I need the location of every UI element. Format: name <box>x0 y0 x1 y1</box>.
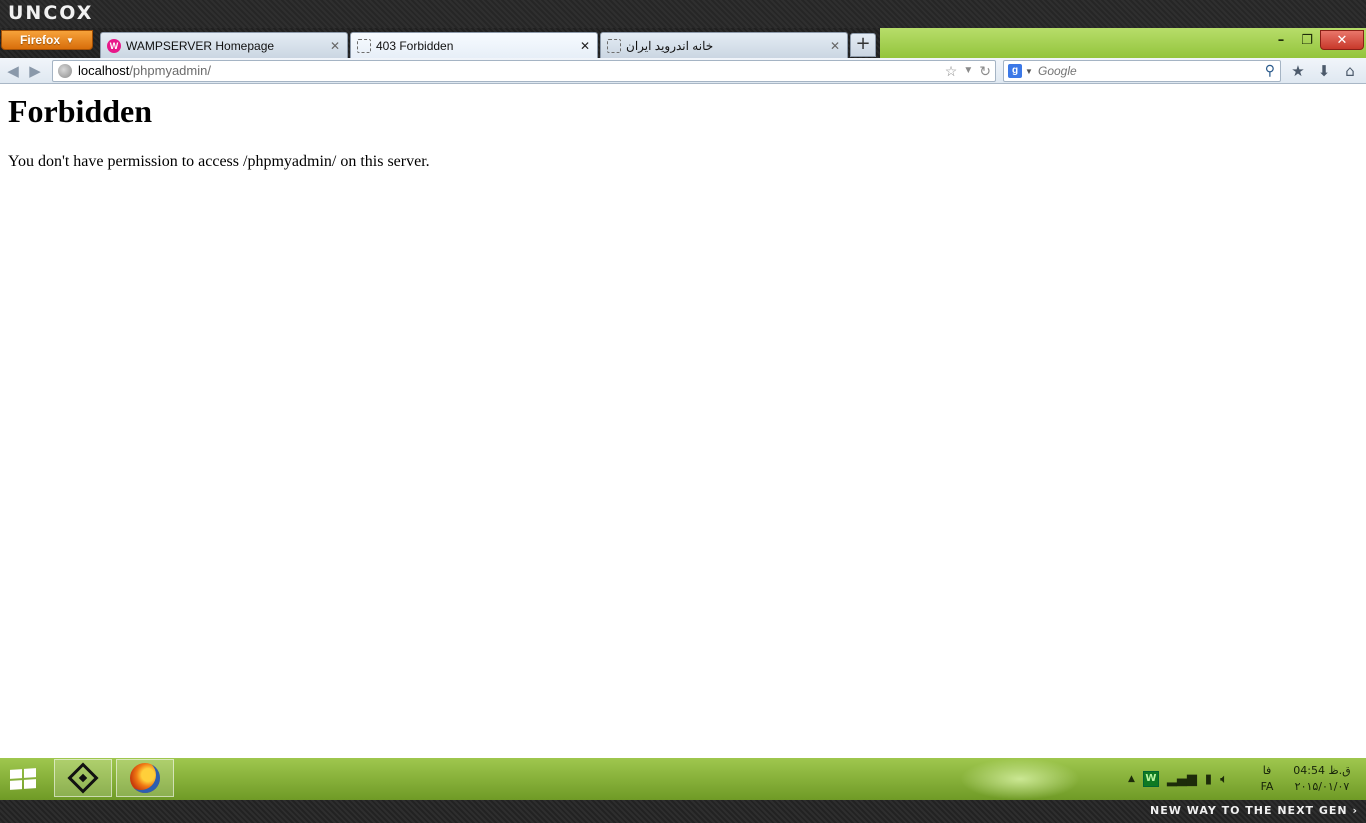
start-button[interactable] <box>6 765 40 793</box>
firefox-menu-button[interactable]: Firefox ▼ <box>1 30 93 50</box>
history-dropdown-icon[interactable]: ▼ <box>963 61 973 81</box>
tab-title: خانه اندروید ایران <box>626 38 714 53</box>
chevron-down-icon[interactable]: ▼ <box>1025 62 1033 82</box>
language-native: فا <box>1262 764 1272 777</box>
windows-logo-icon <box>10 768 36 790</box>
url-host: localhost <box>78 63 130 78</box>
tab-title: 403 Forbidden <box>376 39 454 53</box>
tab-android-iran[interactable]: خانه اندروید ایران ✕ <box>600 32 848 58</box>
error-message: You don't have permission to access /php… <box>8 153 430 170</box>
brand-tagline: NEW WAY TO THE NEXT GEN › <box>1150 804 1358 817</box>
url-text: localhost/phpmyadmin/ <box>78 61 211 81</box>
volume-icon[interactable]: 🔈︎ <box>1220 772 1228 787</box>
search-input[interactable] <box>1038 62 1258 80</box>
brand-logo: UNCOX <box>8 2 94 24</box>
forward-arrow-icon[interactable]: ▶ <box>25 61 45 81</box>
restore-button[interactable]: ❐ <box>1294 30 1320 50</box>
firefox-icon <box>130 763 160 793</box>
download-icon[interactable]: ⬇ <box>1314 61 1334 81</box>
brand-strip: UNCOX <box>0 0 1366 28</box>
clock-time: 04:54 ق.ظ <box>1293 764 1351 777</box>
bookmarks-menu-icon[interactable]: ★ <box>1288 61 1308 81</box>
window-controls: – ❐ ✕ <box>1268 30 1364 50</box>
close-tab-icon[interactable]: ✕ <box>577 39 593 53</box>
language-code: FA <box>1260 780 1274 793</box>
search-bar: g ▼ ⚲ <box>1003 60 1281 82</box>
taskbar: ▲ W ▂▄▆ ▮ 🔈︎ فا FA 04:54 ق.ظ ۲۰۱۵/۰۱/۰۷ <box>0 758 1366 800</box>
minimize-button[interactable]: – <box>1268 30 1294 50</box>
reload-icon[interactable]: ↻ <box>979 61 991 81</box>
blank-page-icon <box>357 39 371 53</box>
taskbar-app-uncox[interactable] <box>54 759 112 797</box>
clock[interactable]: 04:54 ق.ظ ۲۰۱۵/۰۱/۰۷ <box>1290 763 1354 795</box>
navigation-bar: ◀ ▶ localhost/phpmyadmin/ ☆ ▼ ↻ g ▼ ⚲ ★ … <box>0 58 1366 84</box>
close-window-button[interactable]: ✕ <box>1320 30 1364 50</box>
wampserver-icon: W <box>107 38 121 53</box>
close-tab-icon[interactable]: ✕ <box>827 39 843 53</box>
language-indicator[interactable]: فا FA <box>1256 763 1278 795</box>
close-tab-icon[interactable]: ✕ <box>327 39 343 53</box>
wampserver-tray-icon[interactable]: W <box>1142 771 1159 787</box>
google-icon[interactable]: g <box>1008 64 1022 78</box>
search-icon[interactable]: ⚲ <box>1265 62 1275 79</box>
url-bar[interactable]: localhost/phpmyadmin/ ☆ ▼ ↻ <box>52 60 996 82</box>
taskbar-glow <box>960 758 1080 800</box>
clock-date: ۲۰۱۵/۰۱/۰۷ <box>1294 780 1350 793</box>
page-title: Forbidden <box>8 93 153 129</box>
tab-title: WAMPSERVER Homepage <box>126 38 275 53</box>
show-hidden-icons-icon[interactable]: ▲ <box>1128 774 1135 784</box>
network-signal-icon[interactable]: ▂▄▆ <box>1167 772 1197 787</box>
new-tab-button[interactable]: + <box>850 33 876 57</box>
url-actions: ☆ ▼ ↻ <box>945 61 991 81</box>
globe-icon <box>58 64 72 78</box>
chevron-down-icon: ▼ <box>66 35 74 45</box>
firefox-menu-label: Firefox <box>20 33 61 47</box>
back-arrow-icon[interactable]: ◀ <box>3 61 23 81</box>
url-path: /phpmyadmin/ <box>129 63 211 78</box>
tab-bar: Firefox ▼ W WAMPSERVER Homepage ✕ 403 Fo… <box>0 28 1366 59</box>
blank-page-icon <box>607 38 621 53</box>
taskbar-app-firefox[interactable] <box>116 759 174 797</box>
battery-icon[interactable]: ▮ <box>1205 772 1212 787</box>
system-tray: ▲ W ▂▄▆ ▮ 🔈︎ <box>1128 766 1228 792</box>
tab-wampserver[interactable]: W WAMPSERVER Homepage ✕ <box>100 32 348 58</box>
bottom-brand-strip: NEW WAY TO THE NEXT GEN › <box>0 800 1366 823</box>
toolbar-icons: ★ ⬇ ⌂ <box>1288 61 1360 81</box>
page-content: Forbidden You don't have permission to a… <box>0 85 1366 758</box>
tab-403-forbidden[interactable]: 403 Forbidden ✕ <box>350 32 598 59</box>
uncox-app-icon <box>67 762 99 794</box>
home-icon[interactable]: ⌂ <box>1340 61 1360 81</box>
bookmark-star-icon[interactable]: ☆ <box>945 61 958 81</box>
